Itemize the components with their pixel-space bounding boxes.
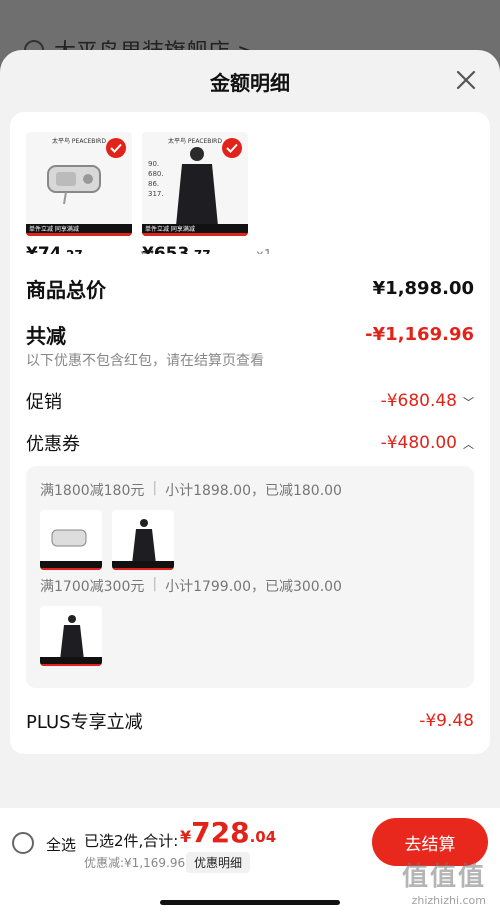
plus-value: -¥9.48 [419,711,474,731]
product-item[interactable]: 太平鸟 PEACEBIRD 单件立减 同享满减 ¥74.27 x1 [26,132,156,264]
total-discount-row: 共减 -¥1,169.96 [26,320,474,349]
chevron-up-icon: ︿ [463,438,474,451]
coupon-label: 优惠券 [26,434,80,455]
coupon-value: -¥480.00 [380,433,457,453]
coupon-row[interactable]: 优惠券 -¥480.00 ︿ [26,430,474,456]
discount-summary: 优惠减:¥1,169.96 [84,856,186,870]
plus-label: PLUS专享立减 [26,712,143,733]
plus-discount-row: PLUS专享立减 -¥9.48 [26,708,474,734]
close-button[interactable] [450,64,482,96]
promo-row[interactable]: 促销 -¥680.48 ﹀ [26,388,474,414]
product-banner: 单件立减 同享满减 [142,224,248,236]
coupon-rule: 满1800减180元 [40,483,145,499]
divider: | [152,480,158,496]
total-amount: ¥728.04 [180,816,277,849]
total-discount-value: -¥1,169.96 [365,324,474,345]
goods-total-label: 商品总价 [26,278,106,302]
home-indicator [160,900,340,905]
coupon-rule: 满1700减300元 [40,579,145,595]
checkout-bar: 全选 已选2件,合计: ¥728.04 优惠减:¥1,169.96 优惠明细 去… [0,808,500,916]
coupon-line: 满1800减180元 | 小计1898.00，已减180.00 [40,480,342,500]
discount-detail-button[interactable]: 优惠明细 [186,852,251,873]
svg-text:90.: 90. [148,160,159,168]
coupon-product-thumb [40,510,102,570]
promo-label: 促销 [26,392,62,413]
coupon-product-thumb [40,606,102,666]
close-icon [456,70,476,90]
amount-detail-card: 商品总价 ¥1,898.00 共减 -¥1,169.96 以下优惠不包含红包，请… [10,254,490,754]
total-discount-label: 共减 [26,324,66,348]
check-icon [106,138,126,158]
sheet-title: 金额明细 [210,70,290,95]
svg-text:86.: 86. [148,180,159,188]
chevron-down-icon: ﹀ [463,396,474,409]
product-banner: 单件立减 同享满减 [26,224,132,236]
svg-text:680.: 680. [148,170,164,178]
watermark-url: zhizhizhi.com [411,894,486,907]
check-icon [222,138,242,158]
coupon-product-thumb [112,510,174,570]
select-all-label[interactable]: 全选 [46,834,76,855]
coupon-subtotal: 小计1799.00，已减300.00 [165,579,342,595]
promo-value: -¥680.48 [380,391,457,411]
svg-text:317.: 317. [148,190,164,198]
divider: | [152,576,158,592]
watermark-logo: 值值值 [401,862,486,892]
goods-total-value: ¥1,898.00 [372,278,474,299]
sheet-header: 金额明细 [0,50,500,112]
coupon-line: 满1700减300元 | 小计1799.00，已减300.00 [40,576,342,596]
product-item[interactable]: 太平鸟 PEACEBIRD 90. 680. 86. 317. 单件立减 同享满… [142,132,272,264]
selected-summary: 已选2件,合计: [84,832,179,850]
goods-total-row: 商品总价 ¥1,898.00 [26,274,474,303]
coupon-subtotal: 小计1898.00，已减180.00 [165,483,342,499]
discount-hint: 以下优惠不包含红包，请在结算页查看 [26,353,264,369]
select-all-radio[interactable] [12,832,34,854]
coupon-detail-box: 满1800减180元 | 小计1898.00，已减180.00 满1700减30… [26,466,474,688]
